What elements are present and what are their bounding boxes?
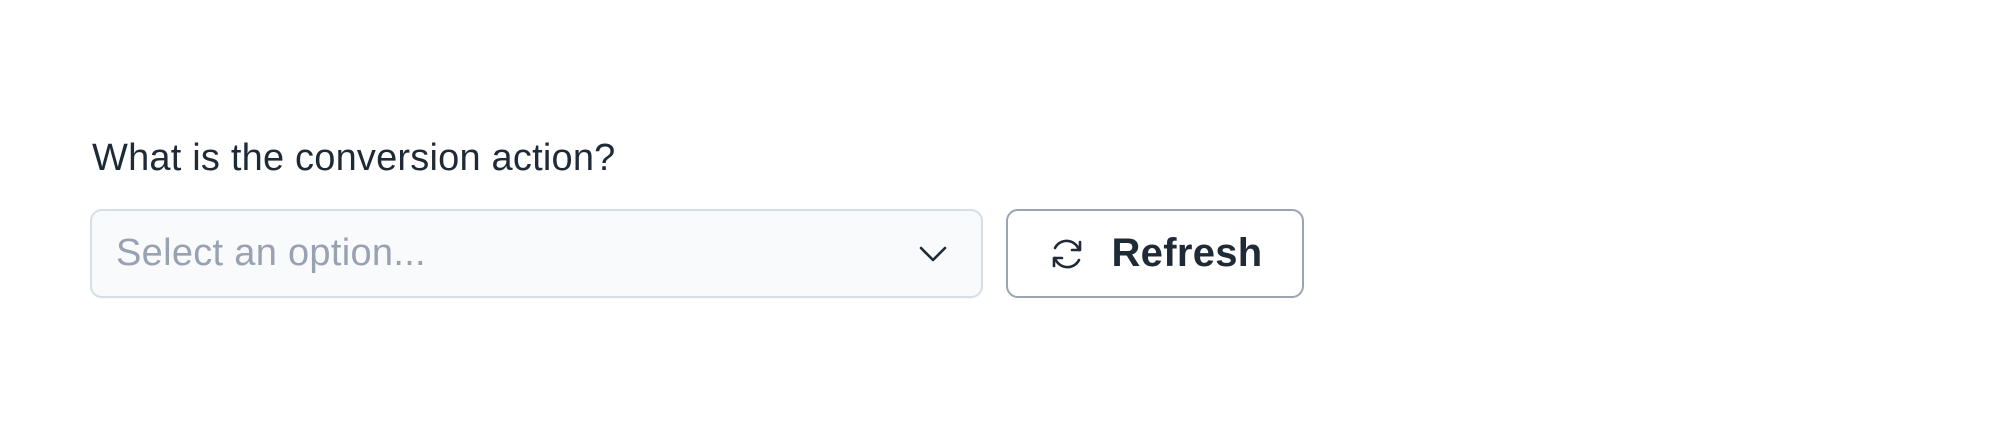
conversion-action-label: What is the conversion action? xyxy=(92,137,616,179)
conversion-action-field: What is the conversion action? Select an… xyxy=(90,132,1304,298)
refresh-button-label: Refresh xyxy=(1111,231,1263,275)
conversion-action-select[interactable]: Select an option... xyxy=(90,209,983,298)
refresh-button[interactable]: Refresh xyxy=(1006,209,1304,298)
field-controls-row: Select an option... Refresh xyxy=(90,209,1304,298)
refresh-icon xyxy=(1047,234,1087,274)
chevron-down-icon xyxy=(915,236,951,272)
select-placeholder: Select an option... xyxy=(116,232,426,274)
